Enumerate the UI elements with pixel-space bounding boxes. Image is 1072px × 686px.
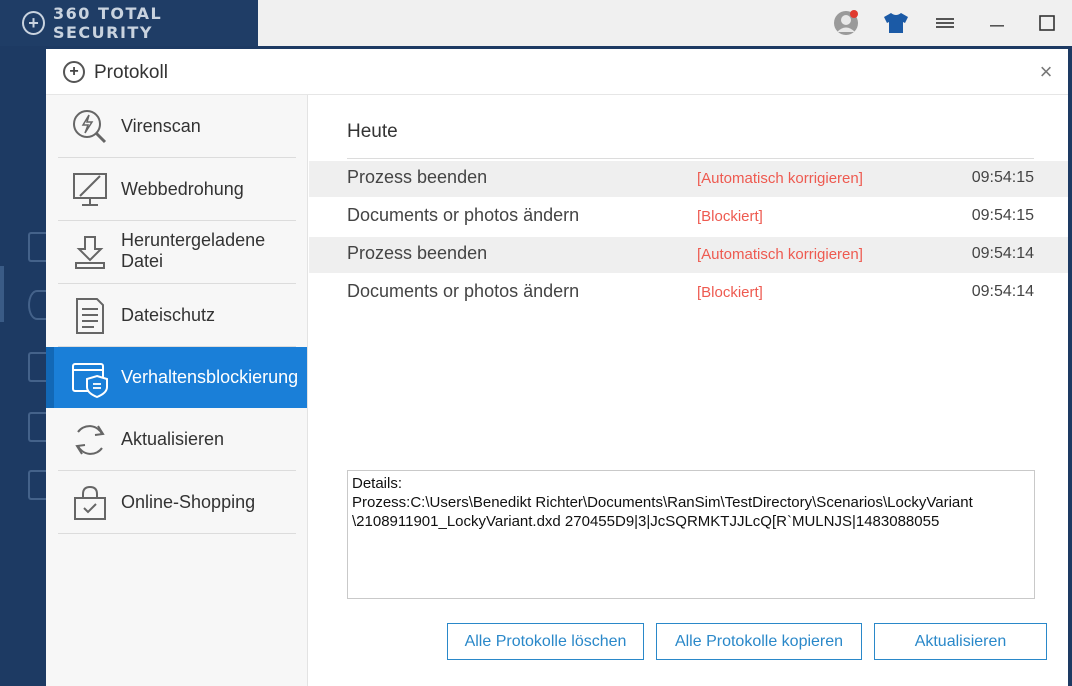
shopping-bag-icon [74, 485, 106, 520]
app-right-edge [1068, 46, 1072, 686]
maximize-icon[interactable] [1036, 10, 1058, 36]
nav-item-heruntergeladene-datei[interactable]: Heruntergeladene Datei [58, 221, 296, 284]
nav-label: Verhaltensblockierung [121, 367, 299, 387]
app-sidebar [0, 46, 46, 686]
log-row[interactable]: Documents or photos ändern [Blockiert] 0… [309, 275, 1068, 311]
app-sidebar-clean-icon [28, 352, 46, 382]
menu-icon[interactable] [934, 10, 956, 36]
details-textarea[interactable]: Details: Prozess:C:\Users\Benedikt Richt… [347, 470, 1035, 599]
close-button[interactable]: × [1034, 60, 1058, 84]
nav-label: Online-Shopping [121, 491, 256, 512]
log-status: [Blockiert] [697, 284, 763, 301]
log-row[interactable]: Prozess beenden [Automatisch korrigieren… [309, 161, 1068, 197]
nav-item-dateischutz[interactable]: Dateischutz [58, 284, 296, 347]
log-event: Prozess beenden [347, 243, 488, 263]
details-line: \2108911901_LockyVariant.dxd 270455D9|3|… [352, 513, 940, 530]
app-logo-text: 360 TOTAL SECURITY [52, 4, 163, 42]
log-event: Prozess beenden [347, 167, 488, 187]
virus-scan-icon [73, 110, 107, 144]
minimize-icon[interactable] [986, 10, 1008, 36]
clear-all-logs-button[interactable]: Alle Protokolle löschen [447, 623, 644, 660]
app-logo: + 360 TOTAL SECURITY [0, 0, 258, 46]
refresh-icon [75, 425, 105, 455]
app-sidebar-store-icon [28, 470, 46, 500]
app-sidebar-active-marker [0, 266, 4, 322]
app-logo-icon: + [22, 11, 45, 35]
nav-label: Virenscan [121, 115, 201, 136]
protocol-content: Heute Prozess beenden [Automatisch korri… [309, 95, 1068, 686]
details-line: Prozess:C:\Users\Benedikt Richter\Docume… [352, 494, 973, 511]
nav-item-online-shopping[interactable]: Online-Shopping [58, 471, 296, 534]
monitor-icon [73, 173, 107, 206]
nav-label: Aktualisieren [121, 428, 225, 449]
log-row[interactable]: Prozess beenden [Automatisch korrigieren… [309, 237, 1068, 273]
log-status: [Automatisch korrigieren] [697, 246, 863, 263]
log-time: 09:54:14 [971, 283, 1034, 300]
log-status: [Blockiert] [697, 208, 763, 225]
shirt-icon[interactable] [882, 10, 910, 36]
protocol-dialog: + Protokoll × Virenscan Webbedrohung Her… [46, 49, 1068, 686]
app-sidebar-computer-icon [28, 232, 46, 262]
active-marker [46, 347, 54, 408]
nav-item-webbedrohung[interactable]: Webbedrohung [58, 158, 296, 221]
log-time: 09:54:15 [971, 169, 1034, 186]
details-line: Details: [352, 475, 403, 492]
log-event: Documents or photos ändern [347, 205, 580, 225]
log-event: Documents or photos ändern [347, 281, 580, 301]
document-icon [76, 298, 104, 334]
dialog-header: + Protokoll × [46, 49, 1068, 95]
section-divider [347, 158, 1034, 159]
nav-label: Heruntergeladene Datei [121, 230, 266, 271]
nav-item-verhaltensblockierung[interactable]: Verhaltensblockierung [46, 347, 307, 408]
dialog-title: Protokoll [94, 62, 168, 83]
nav-label: Dateischutz [121, 304, 216, 325]
dialog-logo-icon: + [63, 61, 85, 83]
copy-all-logs-button[interactable]: Alle Protokolle kopieren [656, 623, 862, 660]
download-icon [75, 236, 105, 269]
nav-item-virenscan[interactable]: Virenscan [58, 95, 296, 158]
log-time: 09:54:15 [971, 207, 1034, 224]
log-time: 09:54:14 [971, 245, 1034, 262]
refresh-button[interactable]: Aktualisieren [874, 623, 1047, 660]
nav-item-aktualisieren[interactable]: Aktualisieren [58, 408, 296, 471]
nav-label: Webbedrohung [121, 178, 244, 199]
app-sidebar-tools-icon [28, 412, 46, 442]
section-heading: Heute [347, 121, 398, 142]
app-sidebar-speedup-icon [28, 290, 46, 320]
behavior-shield-icon [72, 363, 108, 399]
user-avatar-icon[interactable] [832, 10, 860, 36]
log-row[interactable]: Documents or photos ändern [Blockiert] 0… [309, 199, 1068, 235]
log-status: [Automatisch korrigieren] [697, 170, 863, 187]
protocol-nav: Virenscan Webbedrohung Heruntergeladene … [46, 95, 308, 686]
